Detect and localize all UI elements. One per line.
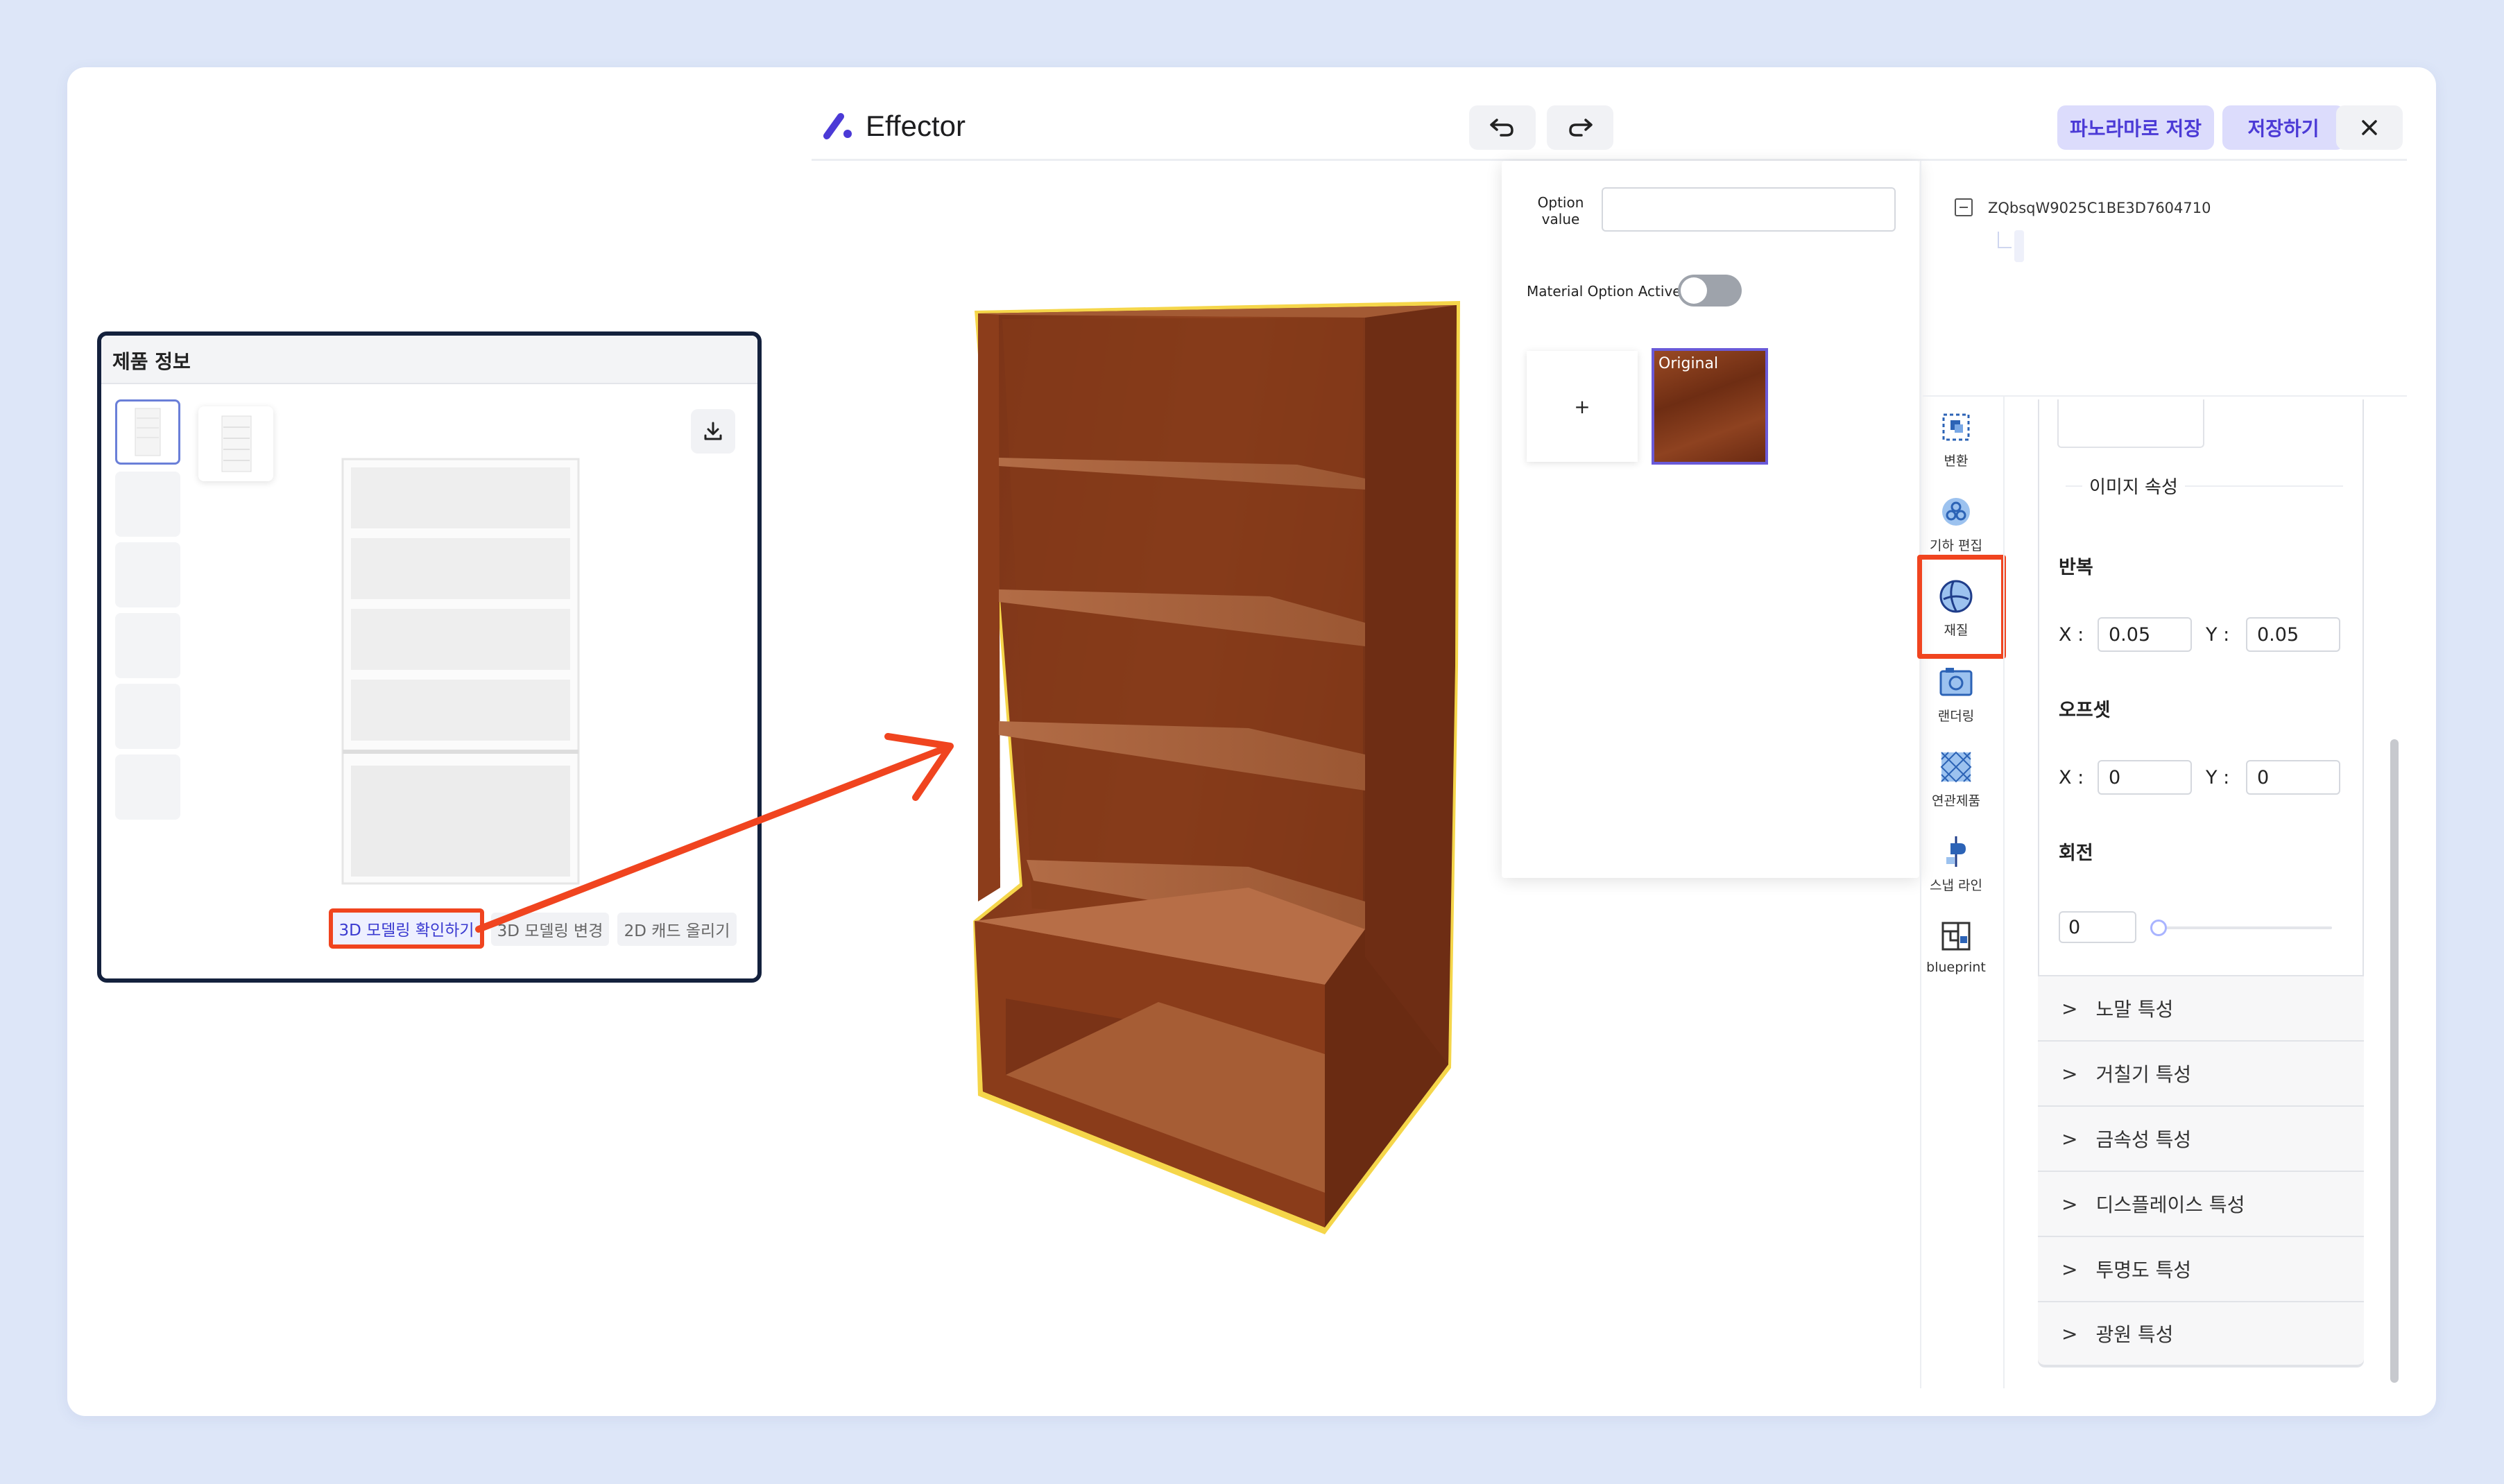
image-properties-title: 이미지 속성 bbox=[2082, 473, 2185, 499]
material-option-active-label: Material Option Active bbox=[1527, 283, 1681, 300]
chevron-right-icon: > bbox=[2061, 1322, 2078, 1345]
tool-rendering[interactable]: 랜더링 bbox=[1920, 664, 1992, 725]
original-label: Original bbox=[1658, 355, 1719, 372]
offset-x-input[interactable]: 0 bbox=[2098, 760, 2192, 795]
snap-line-icon bbox=[1946, 836, 1966, 867]
rotation-slider-thumb[interactable] bbox=[2150, 920, 2167, 936]
thumbnail[interactable] bbox=[115, 754, 180, 820]
tool-label: 연관제품 bbox=[1932, 793, 1980, 809]
tree-node-id[interactable]: ZQbsqW9025C1BE3D7604710 bbox=[1988, 200, 2211, 216]
rendering-camera-icon bbox=[1939, 668, 1973, 696]
thumbnail[interactable] bbox=[115, 472, 180, 537]
repeat-x-input[interactable]: 0.05 bbox=[2098, 617, 2192, 652]
save-button[interactable]: 저장하기 bbox=[2222, 105, 2344, 150]
option-value-input[interactable] bbox=[1602, 187, 1896, 232]
repeat-y-input[interactable]: 0.05 bbox=[2246, 617, 2340, 652]
tool-label: 변환 bbox=[1944, 454, 1969, 469]
shelf-thumb-icon bbox=[135, 408, 161, 456]
accordion-roughness[interactable]: > 거칠기 특성 bbox=[2038, 1040, 2364, 1105]
properties-scrollbar[interactable] bbox=[2390, 739, 2399, 1383]
tool-label: 재질 bbox=[1944, 623, 1969, 638]
tool-blueprint[interactable]: blueprint bbox=[1920, 918, 1992, 975]
download-icon bbox=[704, 422, 722, 440]
tree-divider bbox=[1923, 395, 2407, 397]
app-name: Effector bbox=[866, 110, 966, 142]
shelf-preview-icon bbox=[221, 415, 252, 472]
download-button[interactable] bbox=[691, 409, 735, 454]
preview-thumbnail[interactable] bbox=[198, 406, 273, 481]
close-button[interactable] bbox=[2336, 105, 2403, 150]
repeat-title: 반복 bbox=[2059, 557, 2093, 578]
tool-label: 기하 편집 bbox=[1930, 538, 1982, 553]
transform-icon bbox=[1942, 413, 1970, 441]
tool-transform[interactable]: 변환 bbox=[1920, 409, 1992, 469]
chevron-right-icon: > bbox=[2061, 1192, 2078, 1216]
accordion-transparency[interactable]: > 투명도 특성 bbox=[2038, 1236, 2364, 1301]
option-value-label: Option value bbox=[1537, 194, 1584, 227]
wood-shelf-3d-model[interactable] bbox=[950, 291, 1477, 1248]
offset-y-label: Y : bbox=[2206, 767, 2230, 788]
accordion-label: 거칠기 특성 bbox=[2095, 1063, 2192, 1086]
close-icon bbox=[2362, 120, 2377, 135]
redo-icon bbox=[1569, 119, 1593, 137]
tool-label: blueprint bbox=[1926, 960, 1986, 975]
accordion-normal[interactable]: > 노말 특성 bbox=[2038, 975, 2364, 1040]
toolbar-divider bbox=[2003, 397, 2005, 1388]
rotation-slider-track[interactable] bbox=[2156, 926, 2332, 929]
tool-geometry-edit[interactable]: 기하 편집 bbox=[1920, 494, 1992, 554]
offset-x-label: X : bbox=[2059, 767, 2084, 788]
save-panorama-button[interactable]: 파노라마로 저장 bbox=[2057, 105, 2214, 150]
add-material-button[interactable]: + bbox=[1527, 351, 1638, 462]
thumbnail[interactable] bbox=[115, 613, 180, 678]
material-option-popup: Option value Material Option Active + Or… bbox=[1502, 161, 1919, 878]
original-material-swatch[interactable]: Original bbox=[1652, 348, 1768, 465]
chevron-right-icon: > bbox=[2061, 1257, 2078, 1281]
accordion-label: 노말 특성 bbox=[2095, 998, 2174, 1021]
effector-logo-icon bbox=[823, 113, 852, 139]
thumbnail[interactable] bbox=[115, 542, 180, 607]
check-3d-model-button[interactable]: 3D 모델링 확인하기 bbox=[329, 908, 484, 949]
product-info-title: 제품 정보 bbox=[101, 336, 757, 384]
tree-scroll bbox=[2014, 230, 2024, 262]
tool-related-products[interactable]: 연관제품 bbox=[1920, 749, 1992, 809]
related-products-icon bbox=[1940, 751, 1972, 783]
tool-snap-line[interactable]: 스냅 라인 bbox=[1920, 834, 1992, 894]
accordion-label: 디스플레이스 특성 bbox=[2095, 1193, 2245, 1216]
accordion-label: 금속성 특성 bbox=[2095, 1128, 2192, 1151]
accordion-displacement[interactable]: > 디스플레이스 특성 bbox=[2038, 1171, 2364, 1236]
undo-icon bbox=[1490, 119, 1513, 137]
tool-label: 스냅 라인 bbox=[1930, 878, 1982, 893]
chevron-right-icon: > bbox=[2061, 996, 2078, 1020]
chevron-right-icon: > bbox=[2061, 1062, 2078, 1085]
blueprint-icon bbox=[1941, 922, 1971, 951]
repeat-x-label: X : bbox=[2059, 624, 2084, 646]
thumbnail[interactable] bbox=[115, 684, 180, 749]
accordion-metalness[interactable]: > 금속성 특성 bbox=[2038, 1105, 2364, 1171]
toggle-knob bbox=[1681, 277, 1707, 304]
material-option-active-toggle[interactable] bbox=[1678, 275, 1742, 307]
app-logo: Effector bbox=[821, 110, 966, 143]
red-arrow-annotation bbox=[475, 733, 954, 933]
accordion-label: 투명도 특성 bbox=[2095, 1259, 2192, 1282]
tool-material[interactable]: 재질 bbox=[1920, 578, 1992, 639]
accordion-label: 광원 특성 bbox=[2095, 1323, 2174, 1346]
redo-button[interactable] bbox=[1547, 105, 1613, 150]
rotation-title: 회전 bbox=[2059, 843, 2093, 864]
tool-label: 랜더링 bbox=[1937, 709, 1975, 724]
undo-button[interactable] bbox=[1469, 105, 1536, 150]
material-icon bbox=[1939, 580, 1973, 613]
tree-connector bbox=[1998, 232, 2012, 248]
thumbnail-selected[interactable] bbox=[115, 399, 180, 465]
image-preview bbox=[2057, 399, 2204, 448]
chevron-right-icon: > bbox=[2061, 1127, 2078, 1150]
offset-title: 오프셋 bbox=[2059, 700, 2111, 721]
accordion-light-source[interactable]: > 광원 특성 bbox=[2038, 1301, 2364, 1366]
offset-y-input[interactable]: 0 bbox=[2246, 760, 2340, 795]
rotation-input[interactable]: 0 bbox=[2059, 911, 2136, 943]
collapse-tree-icon[interactable] bbox=[1955, 198, 1973, 216]
repeat-y-label: Y : bbox=[2206, 624, 2230, 646]
geometry-edit-icon bbox=[1942, 498, 1970, 526]
